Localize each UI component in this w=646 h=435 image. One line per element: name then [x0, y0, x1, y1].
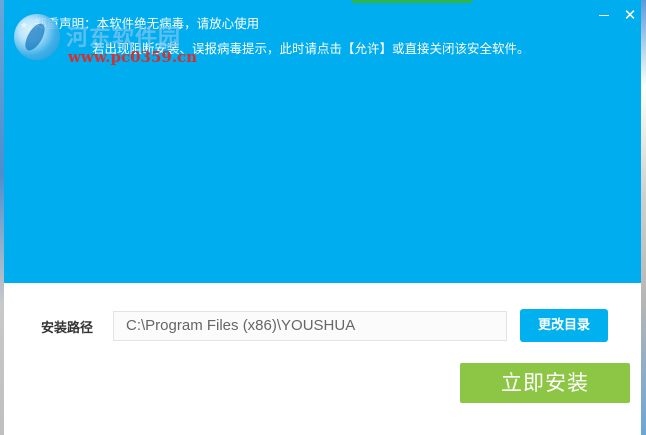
watermark-logo	[14, 14, 60, 60]
install-now-button[interactable]: 立即安装	[460, 363, 630, 403]
close-icon: ✕	[623, 6, 637, 24]
change-directory-button[interactable]: 更改目录	[520, 309, 608, 342]
minimize-icon	[599, 15, 609, 16]
installer-window: ★郑重声明：本软件绝无病毒，请放心使用 若出现阻断安装、误报病毒提示，此时请点击…	[4, 0, 641, 435]
header-banner: ★郑重声明：本软件绝无病毒，请放心使用 若出现阻断安装、误报病毒提示，此时请点击…	[4, 0, 641, 283]
background-accent-bar	[352, 0, 472, 3]
install-path-label: 安装路径	[41, 321, 94, 336]
background-window-edge-right	[641, 0, 646, 435]
install-path-input[interactable]: C:\Program Files (x86)\YOUSHUA	[113, 311, 507, 341]
close-button[interactable]: ✕	[619, 4, 641, 26]
watermark-url: www.pc0359.cn	[68, 48, 198, 66]
minimize-button[interactable]	[593, 4, 615, 26]
